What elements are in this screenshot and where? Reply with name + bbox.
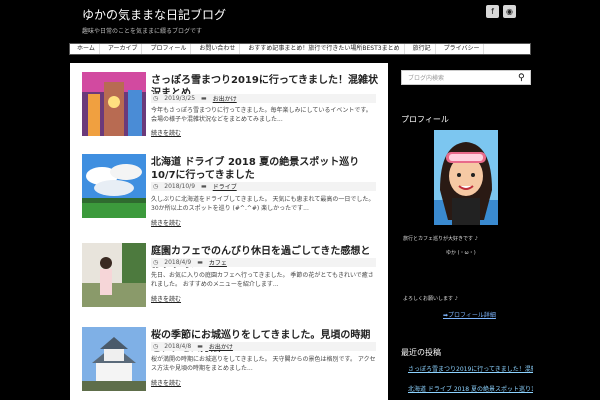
post-category[interactable]: お出かけ (213, 94, 237, 103)
post-meta: ◷ 2019/3/25 ▬ お出かけ (151, 94, 376, 103)
post-category[interactable]: ドライブ (213, 182, 237, 191)
main-content: さっぽろ雪まつり2019に行ってきました！混雑状況まとめ ◷ 2019/3/25… (70, 63, 388, 400)
rss-icon[interactable]: ◉ (503, 5, 516, 18)
post-excerpt: 桜が満開の時期にお城巡りをしてきました。 天守閣からの景色は格別です。 アクセス… (151, 356, 376, 372)
main-nav: ホーム アーカイブ プロフィール お問い合わせ おすすめ記事まとめ！旅行で行きた… (69, 43, 531, 55)
social-links: f ◉ (486, 5, 516, 18)
nav-item-contact[interactable]: お問い合わせ (195, 44, 241, 54)
clock-icon: ◷ (153, 183, 159, 190)
recent-post-link[interactable]: さっぽろ雪まつり2019に行ってきました！混雑状況まとめ (408, 364, 533, 373)
read-more-link[interactable]: 続きを読む (151, 378, 181, 387)
search-input[interactable]: ブログ内検索 (402, 73, 518, 82)
recent-posts-title: 最近の投稿 (401, 348, 441, 357)
profile-widget-title: プロフィール (401, 115, 449, 124)
folder-icon: ▬ (197, 343, 203, 350)
profile-intro: 旅行とカフェ巡りが大好きです ♪ (403, 236, 478, 242)
nav-item-home[interactable]: ホーム (73, 44, 100, 54)
post-thumbnail[interactable] (82, 243, 146, 307)
site-title[interactable]: ゆかの気ままな日記ブログ (82, 6, 382, 22)
folder-icon: ▬ (197, 259, 203, 266)
post-date: 2018/4/9 (164, 259, 192, 266)
post-date: 2018/4/8 (164, 343, 192, 350)
post-category[interactable]: お出かけ (209, 342, 233, 351)
clock-icon: ◷ (153, 343, 159, 350)
profile-detail-link[interactable]: ➡プロフィール詳細 (443, 310, 496, 319)
post-thumbnail[interactable] (82, 72, 146, 136)
recent-post-link[interactable]: 北海道 ドライブ 2018 夏の絶景スポット巡り10/7に行ってきました (408, 384, 533, 393)
profile-name: ゆか (・ω・) (446, 250, 476, 256)
post-category[interactable]: カフェ (209, 258, 227, 267)
nav-item-profile[interactable]: プロフィール (146, 44, 192, 54)
post-thumbnail[interactable] (82, 327, 146, 391)
post-meta: ◷ 2018/10/9 ▬ ドライブ (151, 182, 376, 191)
clock-icon: ◷ (153, 95, 159, 102)
feedly-icon[interactable]: f (486, 5, 499, 18)
nav-item-travel[interactable]: 旅行記 (409, 44, 436, 54)
post-date: 2019/3/25 (164, 95, 196, 102)
read-more-link[interactable]: 続きを読む (151, 294, 181, 303)
post-excerpt: 久しぶりに北海道をドライブしてきました。 天気にも恵まれて最高の一日でした。30… (151, 196, 375, 212)
post-meta: ◷ 2018/4/9 ▬ カフェ (151, 258, 376, 267)
post-title[interactable]: 北海道 ドライブ 2018 夏の絶景スポット巡り10/7に行ってきました (151, 156, 379, 182)
read-more-link[interactable]: 続きを読む (151, 218, 181, 227)
post-thumbnail[interactable] (82, 154, 146, 218)
search-icon[interactable]: ⚲ (518, 73, 530, 83)
site-description: 趣味や日常のことを気ままに綴るブログです (82, 28, 203, 35)
profile-avatar (434, 130, 498, 225)
post-date: 2018/10/9 (164, 183, 196, 190)
folder-icon: ▬ (201, 95, 207, 102)
profile-greeting: よろしくお願いします ♪ (403, 296, 458, 302)
post-excerpt: 今年もさっぽろ雪まつりに行ってきました。毎年楽しみにしているイベントです。 会場… (151, 107, 372, 123)
post-excerpt: 先日、お気に入りの庭園カフェへ行ってきました。 季節の花がとてもきれいで癒されま… (151, 272, 374, 288)
search-box[interactable]: ブログ内検索 ⚲ (401, 70, 531, 85)
clock-icon: ◷ (153, 259, 159, 266)
read-more-link[interactable]: 続きを読む (151, 128, 181, 137)
folder-icon: ▬ (201, 183, 207, 190)
nav-item-privacy[interactable]: プライバシー (440, 44, 485, 54)
post-meta: ◷ 2018/4/8 ▬ お出かけ (151, 342, 376, 351)
nav-item-archive[interactable]: アーカイブ (104, 44, 143, 54)
nav-item-best3[interactable]: おすすめ記事まとめ！旅行で行きたい場所BEST3まとめ (244, 44, 405, 54)
